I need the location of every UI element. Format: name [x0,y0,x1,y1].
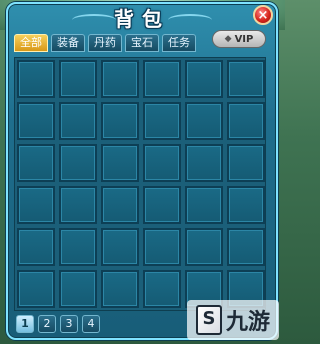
window-title: 背包 [114,6,170,31]
tab-all[interactable]: 全部 [14,34,48,52]
inventory-slot[interactable] [185,228,223,266]
jiuyou-logo-icon: S [195,305,222,335]
tab-quests[interactable]: 任务 [162,34,196,52]
inventory-slot[interactable] [59,270,97,308]
inventory-slot[interactable] [101,60,139,98]
inventory-slot[interactable] [227,144,265,182]
inventory-slot[interactable] [17,186,55,224]
inventory-slot[interactable] [17,102,55,140]
inventory-slot[interactable] [143,186,181,224]
inventory-slot[interactable] [143,144,181,182]
inventory-slot[interactable] [101,270,139,308]
inventory-slot[interactable] [59,60,97,98]
inventory-slot[interactable] [17,228,55,266]
tab-equipment[interactable]: 装备 [51,34,85,52]
inventory-slot[interactable] [143,270,181,308]
page-button-4[interactable]: 4 [82,315,100,333]
inventory-slot[interactable] [17,144,55,182]
vip-label: VIP [234,33,254,45]
inventory-slot[interactable] [59,186,97,224]
inventory-slot[interactable] [143,60,181,98]
inventory-slot[interactable] [227,228,265,266]
category-tabs: 全部 装备 丹药 宝石 任务 [14,34,196,52]
gem-icon: ◆ [224,34,232,44]
inventory-grid [14,57,266,311]
title-bar: 背包 [8,4,276,31]
inventory-slot[interactable] [17,270,55,308]
inventory-slot[interactable] [101,144,139,182]
page-button-2[interactable]: 2 [38,315,56,333]
watermark-text: 九游 [225,310,270,335]
inventory-slot[interactable] [185,102,223,140]
inventory-slot[interactable] [143,102,181,140]
close-icon: × [257,7,269,23]
inventory-slot[interactable] [59,144,97,182]
title-decoration-left [72,14,116,26]
page-button-3[interactable]: 3 [60,315,78,333]
watermark: S 九游 [187,300,279,340]
inventory-slot[interactable] [143,228,181,266]
vip-button[interactable]: ◆ VIP [212,30,266,48]
inventory-slot[interactable] [227,186,265,224]
inventory-slot[interactable] [59,228,97,266]
inventory-slot[interactable] [17,60,55,98]
inventory-slot[interactable] [185,186,223,224]
inventory-slot[interactable] [227,60,265,98]
tab-gems[interactable]: 宝石 [125,34,159,52]
inventory-slot[interactable] [101,186,139,224]
tab-potions[interactable]: 丹药 [88,34,122,52]
inventory-slot[interactable] [185,144,223,182]
page-button-1[interactable]: 1 [16,315,34,333]
inventory-slot[interactable] [185,60,223,98]
page-selector: 1 2 3 4 [16,315,100,333]
inventory-slot[interactable] [101,102,139,140]
close-button[interactable]: × [253,5,273,25]
inventory-slot[interactable] [227,102,265,140]
inventory-slot[interactable] [101,228,139,266]
inventory-slot[interactable] [59,102,97,140]
title-decoration-right [168,14,212,26]
